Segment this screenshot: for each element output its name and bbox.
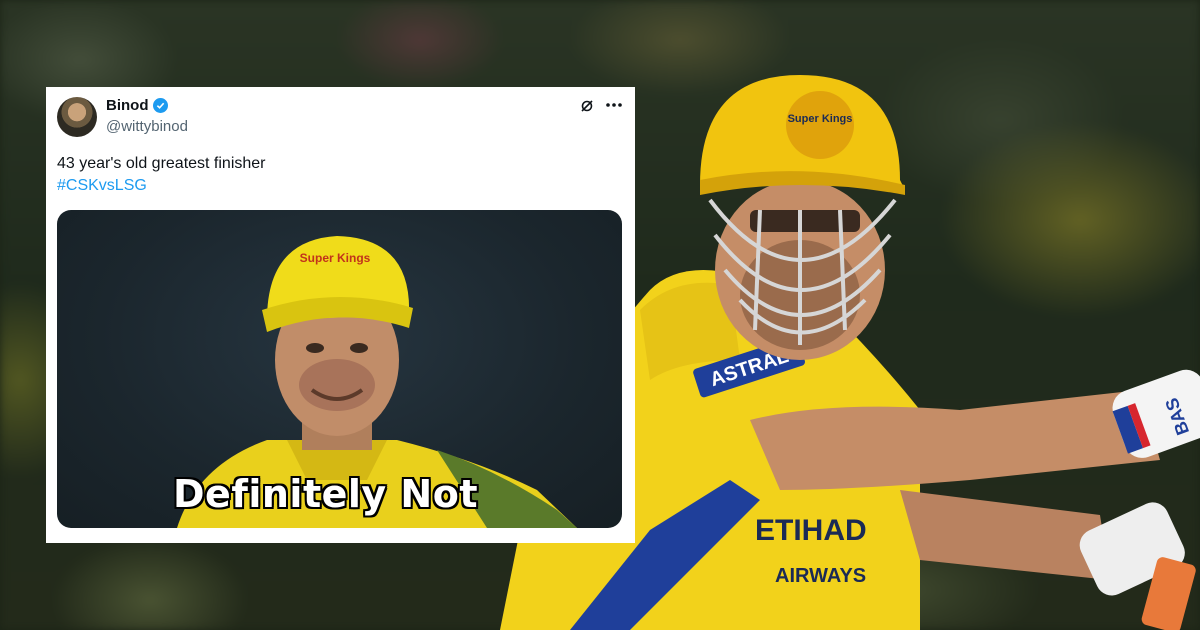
grok-icon[interactable]	[579, 98, 595, 114]
chest-sponsor-text: ETIHAD	[755, 514, 867, 547]
chest-sponsor-subtext: AIRWAYS	[775, 565, 866, 587]
tweet-media-image[interactable]: Super Kings Definitely Not	[57, 210, 622, 528]
cap-logo-text: Super Kings	[300, 251, 371, 265]
hashtag-link[interactable]: #CSKvsLSG	[57, 175, 266, 197]
author-avatar[interactable]	[57, 97, 97, 137]
verified-badge-icon	[152, 98, 168, 113]
helmet-logo-text: Super Kings	[788, 113, 853, 125]
tweet-card[interactable]: Binod @wittybinod 43 year's old greatest…	[46, 87, 635, 543]
author-handle[interactable]: @wittybinod	[106, 118, 188, 135]
tweet-text-line: 43 year's old greatest finisher	[57, 155, 266, 172]
more-options-icon[interactable]	[604, 95, 624, 115]
author-name[interactable]: Binod	[106, 97, 149, 114]
tweet-text: 43 year's old greatest finisher #CSKvsLS…	[57, 153, 266, 197]
